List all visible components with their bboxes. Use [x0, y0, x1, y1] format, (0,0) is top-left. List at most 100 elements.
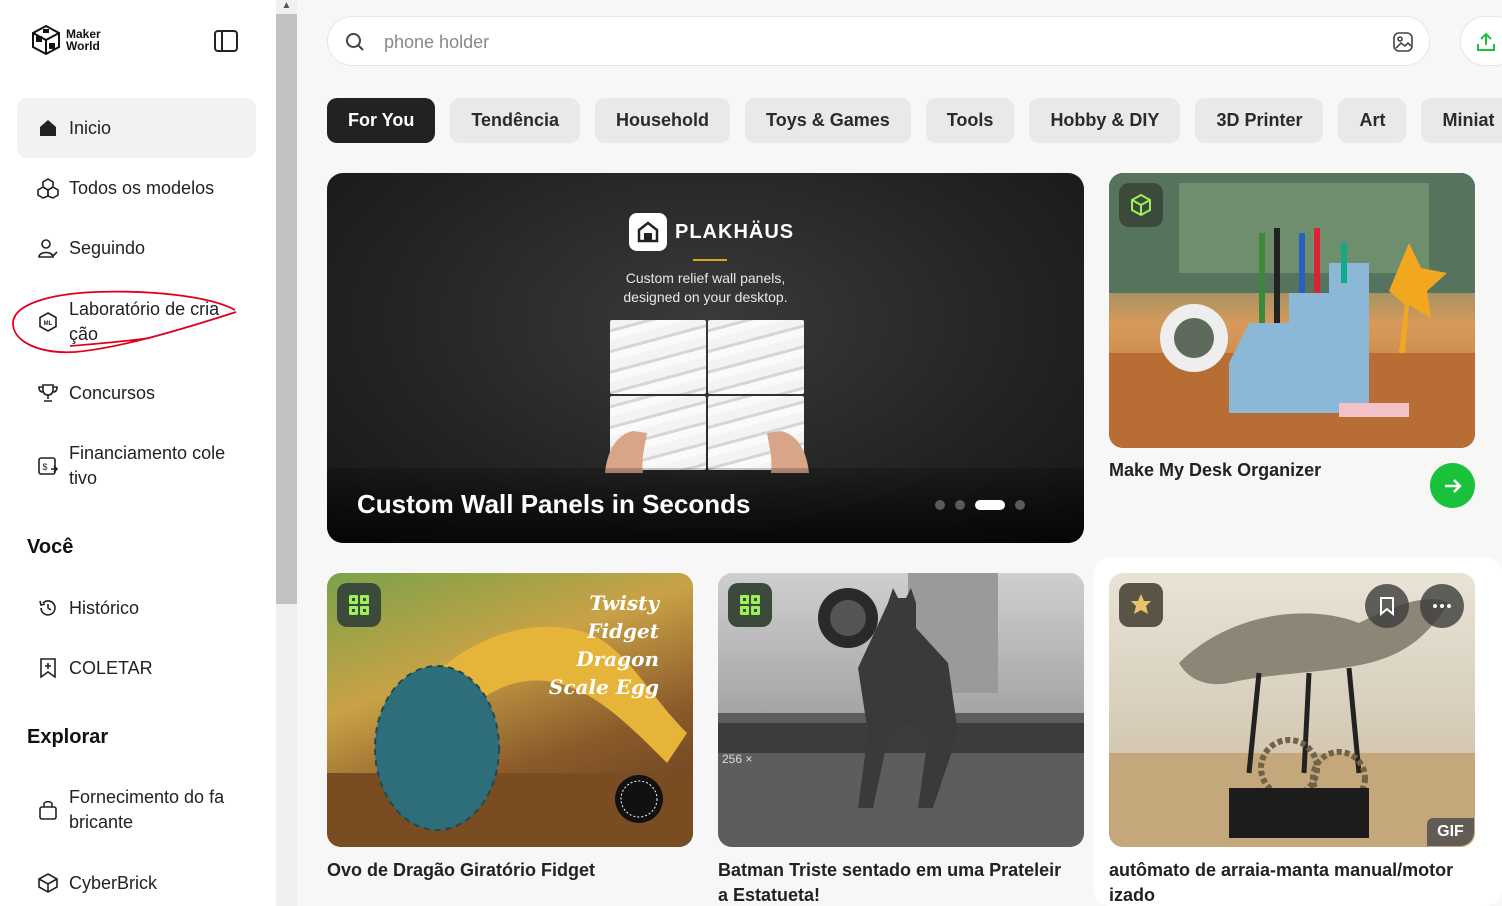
search-icon — [346, 33, 364, 51]
carousel-dot[interactable] — [935, 500, 945, 510]
card-title[interactable]: autômato de arraia-manta manual/motor iz… — [1109, 858, 1489, 906]
sidebar-item-label: Laboratório de cria ção — [69, 299, 220, 344]
history-icon — [37, 597, 59, 619]
makerworld-logo[interactable]: Maker World — [30, 24, 101, 56]
shopping-bag-icon — [37, 799, 59, 821]
carousel-dot[interactable] — [1015, 500, 1025, 510]
app: Maker World Inicio Todos os modelos Segu… — [0, 0, 1502, 906]
sidebar-scrollbar[interactable]: ▲ — [276, 0, 297, 906]
sidebar: Maker World Inicio Todos os modelos Segu… — [0, 0, 276, 906]
tab-tendencia[interactable]: Tendência — [450, 98, 581, 143]
makerlab-badge-icon — [349, 595, 369, 615]
next-arrow-button[interactable] — [1430, 463, 1475, 508]
makerlab-badge-icon — [740, 595, 760, 615]
desk-organizer-illustration — [1109, 173, 1475, 448]
scrollbar-thumb[interactable] — [276, 14, 297, 604]
hero-subtitle: Custom relief wall panels, designed on y… — [327, 269, 1084, 307]
sidebar-item-label: Seguindo — [69, 237, 146, 258]
sidebar-item-cyberbrick[interactable]: CyberBrick — [17, 853, 256, 906]
hero-banner[interactable]: PLAKHÄUS Custom relief wall panels, desi… — [327, 173, 1084, 543]
sidebar-toggle-icon[interactable] — [212, 28, 240, 54]
plakhaus-logo: PLAKHÄUS — [629, 213, 794, 251]
sidebar-item-coletar[interactable]: COLETAR — [17, 638, 256, 698]
exclusive-badge-icon — [1131, 594, 1151, 614]
carousel-dot-active[interactable] — [975, 500, 1005, 510]
tab-tools[interactable]: Tools — [925, 98, 1015, 143]
upload-button[interactable] — [1460, 16, 1502, 66]
tab-art[interactable]: Art — [1338, 98, 1407, 143]
gif-badge: GIF — [1427, 818, 1474, 846]
plakhaus-house-icon — [629, 213, 667, 251]
tab-3d-printer[interactable]: 3D Printer — [1195, 98, 1324, 143]
home-icon — [37, 117, 59, 139]
egg-image-caption: Twisty Fidget Dragon Scale Egg — [527, 589, 659, 701]
batman-illustration: 256 × — [718, 573, 1084, 847]
manta-automaton-illustration — [1109, 599, 1475, 847]
makerlab-badge — [728, 583, 772, 627]
image-search-icon[interactable] — [1391, 30, 1415, 54]
main-content: For You Tendência Household Toys & Games… — [297, 0, 1502, 906]
sidebar-item-label: Histórico — [69, 597, 140, 618]
more-options-button[interactable] — [1420, 584, 1464, 628]
logo-text-line2: World — [66, 39, 100, 53]
sidebar-item-inicio[interactable]: Inicio — [17, 98, 256, 158]
egg-image-caption-line1: Twisty Fidget — [587, 591, 659, 643]
sidebar-item-fornecimento[interactable]: Fornecimento do fa bricante — [17, 778, 256, 842]
hero-title: Custom Wall Panels in Seconds — [357, 489, 751, 519]
hero-divider — [693, 259, 727, 261]
sidebar-item-label: CyberBrick — [69, 872, 158, 893]
bookmark-icon — [1380, 597, 1394, 616]
desk-organizer-image[interactable] — [1109, 173, 1475, 448]
crowdfunding-icon: $ — [37, 455, 59, 477]
wall-tile — [708, 320, 804, 394]
card-title[interactable]: Ovo de Dragão Giratório Fidget — [327, 858, 693, 883]
scroll-up-arrow-icon[interactable]: ▲ — [280, 0, 293, 12]
hero-subtitle-line1: Custom relief wall panels, — [625, 270, 786, 286]
sidebar-item-financiamento[interactable]: $ Financiamento cole tivo — [17, 434, 256, 498]
sidebar-item-todos-os-modelos[interactable]: Todos os modelos — [17, 158, 256, 218]
sidebar-item-laboratorio[interactable]: ML Laboratório de cria ção — [17, 290, 256, 354]
sidebar-item-historico[interactable]: Histórico — [17, 578, 256, 638]
sidebar-item-label: COLETAR — [69, 657, 153, 678]
carousel-dot[interactable] — [955, 500, 965, 510]
more-dots-icon — [1433, 604, 1451, 608]
tab-toys-games[interactable]: Toys & Games — [745, 98, 911, 143]
ml-lab-icon: ML — [37, 311, 59, 333]
card-title[interactable]: Batman Triste sentado em uma Prateleir a… — [718, 858, 1084, 906]
hero-brand: PLAKHÄUS — [675, 220, 795, 243]
tab-hobby-diy[interactable]: Hobby & DIY — [1029, 98, 1181, 143]
trophy-icon — [37, 382, 59, 404]
logo-text: Maker World — [66, 28, 101, 52]
makerlab-badge — [337, 583, 381, 627]
section-title-voce: Você — [27, 536, 74, 558]
sidebar-item-concursos[interactable]: Concursos — [17, 363, 256, 423]
upload-icon — [1477, 32, 1495, 51]
sidebar-item-label: Inicio — [69, 117, 112, 138]
dragon-egg-image[interactable]: Twisty Fidget Dragon Scale Egg — [327, 573, 693, 847]
collect-bookmark-icon — [37, 657, 59, 679]
tab-household[interactable]: Household — [595, 98, 731, 143]
bookmark-button[interactable] — [1365, 584, 1409, 628]
user-follow-icon — [37, 237, 59, 259]
batman-image[interactable]: 256 × — [718, 573, 1084, 847]
sidebar-item-label: Fornecimento do fa bricante — [69, 787, 225, 832]
cubes-icon — [37, 177, 59, 199]
search-bar[interactable] — [327, 16, 1430, 66]
egg-image-caption-line2: Dragon Scale Egg — [548, 647, 659, 699]
hero-subtitle-line2: designed on your desktop. — [623, 289, 788, 305]
sidebar-item-label: Financiamento cole tivo — [69, 443, 226, 488]
carousel-dots — [935, 500, 1025, 510]
side-card-title[interactable]: Make My Desk Organizer — [1109, 460, 1321, 481]
svg-text:$: $ — [42, 462, 47, 472]
category-tabs: For You Tendência Household Toys & Games… — [327, 98, 1502, 143]
section-title-explorar: Explorar — [27, 726, 109, 748]
sidebar-item-label: Concursos — [69, 382, 156, 403]
tab-for-you[interactable]: For You — [327, 98, 436, 143]
tab-miniatures[interactable]: Miniat — [1421, 98, 1502, 143]
hands-image — [605, 431, 809, 473]
wall-tile — [610, 320, 706, 394]
manta-automaton-image[interactable] — [1109, 573, 1475, 847]
search-input[interactable] — [384, 27, 1364, 57]
printer-profile-badge — [1119, 183, 1163, 227]
sidebar-item-seguindo[interactable]: Seguindo — [17, 218, 256, 278]
